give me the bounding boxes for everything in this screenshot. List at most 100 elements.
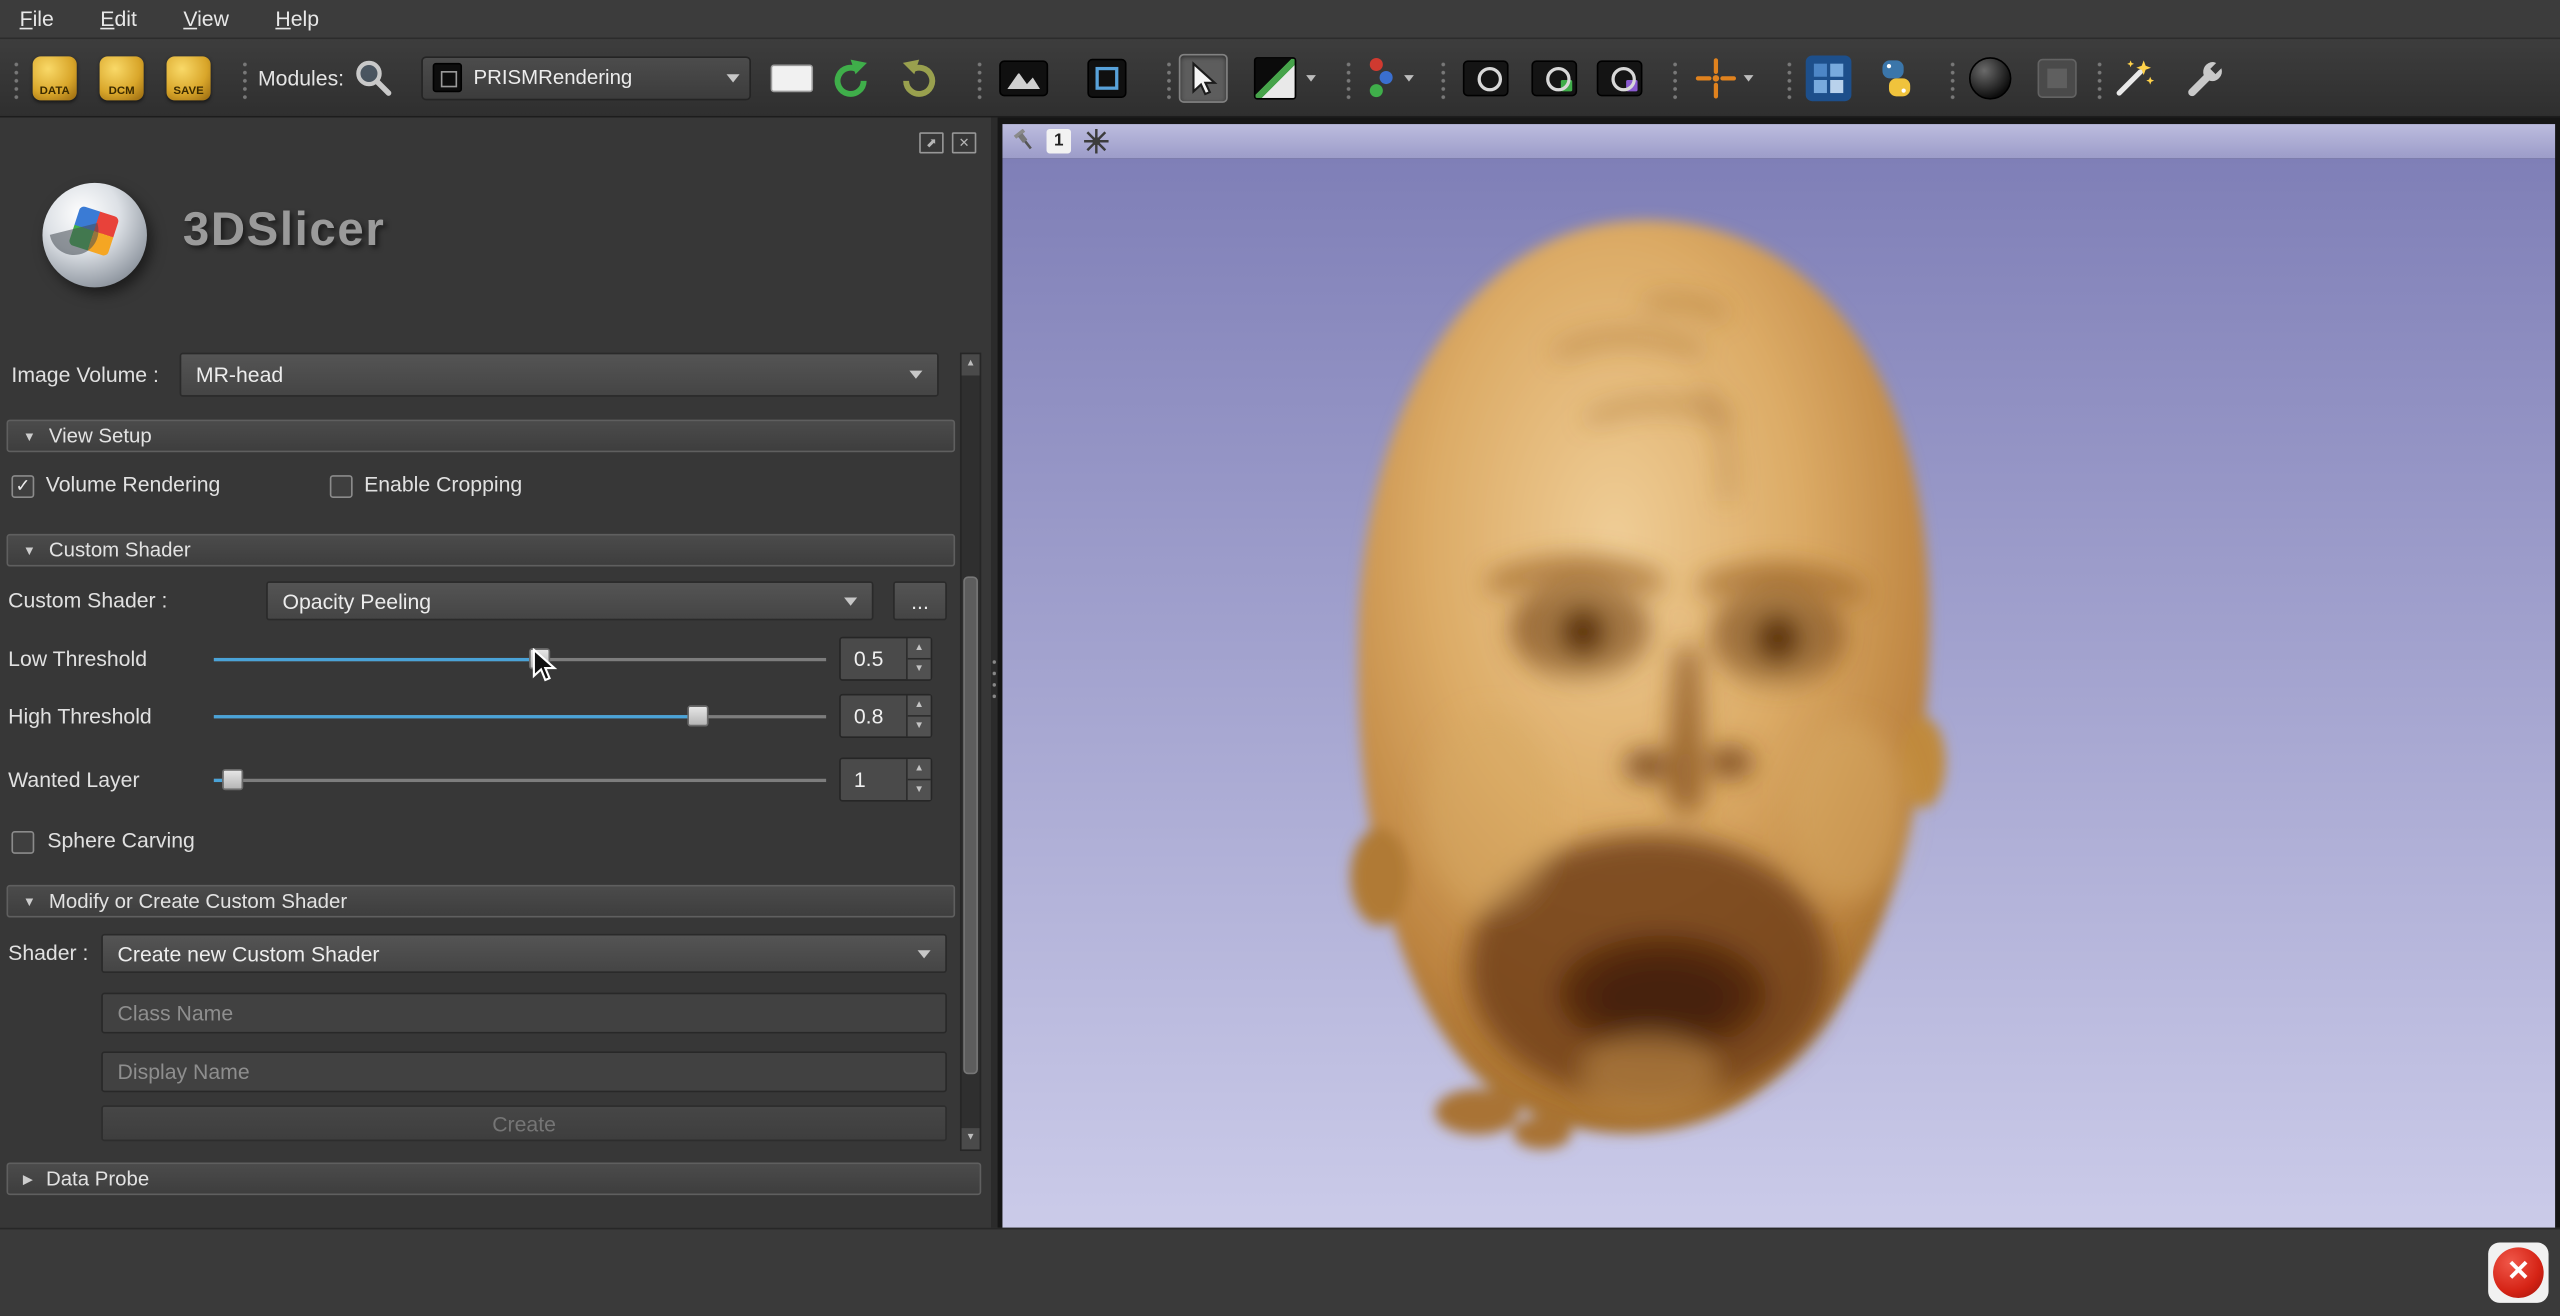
3d-render-area[interactable] [1002,158,2555,1227]
module-back-button[interactable] [829,56,873,100]
volume-rendering-checkbox[interactable]: ✓ [11,475,34,498]
enable-cropping-checkbox[interactable]: ✓ [330,475,353,498]
high-threshold-slider[interactable] [214,705,826,728]
slicer-logo-wedge [50,223,104,260]
3d-view-controller-bar: 1 [1002,124,2555,158]
crosshair-dropdown[interactable] [1744,74,1754,81]
chevron-down-icon [1744,74,1754,81]
dicom-button[interactable]: DCM [100,56,144,100]
mouse-interaction-button[interactable] [1179,53,1228,102]
scroll-down-icon[interactable]: ▼ [962,1128,980,1149]
extensions-manager-button[interactable] [1806,55,1852,101]
shader-options-button[interactable]: ... [893,581,947,620]
spin-value: 0.8 [841,696,906,737]
module-search-button[interactable] [353,56,395,98]
spin-buttons[interactable]: ▲ ▼ [906,696,930,737]
chevron-down-icon [918,949,931,957]
slicer-logo [42,183,146,287]
create-shader-button[interactable]: Create [101,1105,947,1141]
spin-down-icon[interactable]: ▼ [908,660,931,680]
wanted-layer-label: Wanted Layer [8,758,139,804]
low-threshold-spinbox[interactable]: 0.5 ▲ ▼ [839,637,932,681]
image-volume-combobox[interactable]: MR-head [180,353,939,397]
save-button[interactable]: SAVE [167,56,211,100]
section-title: Custom Shader [49,539,191,562]
section-title: Modify or Create Custom Shader [49,890,347,913]
custom-shader-combobox[interactable]: Opacity Peeling [266,581,873,620]
module-selector-combobox[interactable]: PRISMRendering [421,56,751,100]
menu-file[interactable]: File [0,0,73,39]
spin-buttons[interactable]: ▲ ▼ [906,759,930,800]
spin-down-icon[interactable]: ▼ [908,717,931,737]
layout-selector-button[interactable] [1087,58,1126,97]
scene-views-button[interactable] [1597,60,1643,96]
menu-edit[interactable]: Edit [81,0,157,39]
menu-view[interactable]: View [164,0,249,39]
wanted-layer-spinbox[interactable]: 1 ▲ ▼ [839,758,932,802]
view-axes-icon[interactable] [1082,127,1110,155]
menu-help[interactable]: Help [256,0,339,39]
volume-rendering-toolbar-button[interactable] [1969,56,2011,98]
search-icon [353,56,395,98]
display-name-input[interactable] [101,1051,947,1092]
view-name-badge: 1 [1047,129,1071,153]
pin-icon[interactable] [1012,129,1035,153]
bottom-bar: ✕ [0,1228,2560,1316]
slider-handle[interactable] [222,769,243,790]
spin-up-icon[interactable]: ▲ [908,638,931,659]
toolbar-grip [976,60,983,99]
window-level-dropdown[interactable] [1306,74,1316,81]
close-panel-icon[interactable]: ✕ [952,132,976,153]
load-data-button[interactable]: DATA [33,56,77,100]
view-setup-header[interactable]: ▼ View Setup [7,420,956,453]
module-selector-value: PRISMRendering [473,66,726,89]
slicer-logo-text: 3DSlicer [183,204,386,258]
markups-dots-icon [1365,56,1398,100]
screenshot-view-button[interactable] [999,60,1048,96]
popout-panel-icon[interactable]: ⬈ [919,132,943,153]
screen-capture-button[interactable] [1463,60,1509,96]
module-panel: ⬈ ✕ 3DSlicer Image Volume : MR-head ▲ ▼ … [0,118,991,1228]
toolbar-grip [1949,60,1956,99]
scroll-up-icon[interactable]: ▲ [962,354,980,375]
settings-button[interactable] [2181,55,2227,101]
data-probe-header[interactable]: ▶ Data Probe [7,1162,982,1195]
custom-shader-header[interactable]: ▼ Custom Shader [7,534,956,567]
spin-down-icon[interactable]: ▼ [908,780,931,800]
magic-wand-button[interactable] [2109,55,2155,101]
crosshair-button[interactable] [1695,56,1737,98]
slider-handle[interactable] [688,705,709,726]
place-markups-button[interactable] [1365,56,1398,100]
forward-arrow-icon [896,56,940,100]
python-console-button[interactable] [1874,56,1918,100]
wrench-icon [2181,55,2227,101]
module-forward-button[interactable] [896,56,940,100]
high-threshold-spinbox[interactable]: 0.8 ▲ ▼ [839,694,932,738]
extensions-icon [1806,55,1852,101]
spin-up-icon[interactable]: ▲ [908,759,931,780]
module-history-button[interactable] [771,64,813,92]
stop-recording-button[interactable]: ✕ [2488,1242,2548,1302]
ellipsis-label: ... [911,589,929,613]
python-icon [1874,56,1918,100]
spin-buttons[interactable]: ▲ ▼ [906,638,930,679]
new-shader-combobox[interactable]: Create new Custom Shader [101,934,947,973]
custom-shader-label: Custom Shader : [8,581,167,620]
spin-up-icon[interactable]: ▲ [908,696,931,717]
high-threshold-label: High Threshold [8,694,152,740]
modify-shader-header[interactable]: ▼ Modify or Create Custom Shader [7,885,956,918]
class-name-input[interactable] [101,993,947,1034]
modules-label: Modules: [258,65,344,89]
low-threshold-slider[interactable] [214,648,826,671]
panel-scrollbar[interactable]: ▲ ▼ [960,353,981,1151]
window-level-button[interactable] [1254,56,1296,98]
wanted-layer-slider[interactable] [214,769,826,792]
place-markups-dropdown[interactable] [1404,74,1414,81]
scene-view-capture-button[interactable] [1531,60,1577,96]
sphere-carving-checkbox[interactable]: ✓ [11,831,34,854]
toolbar-grip [2096,60,2103,99]
scrollbar-thumb[interactable] [963,576,978,1074]
disabled-tool-button [2038,58,2077,97]
custom-shader-value: Opacity Peeling [282,589,844,613]
crosshair-icon [1695,56,1737,98]
